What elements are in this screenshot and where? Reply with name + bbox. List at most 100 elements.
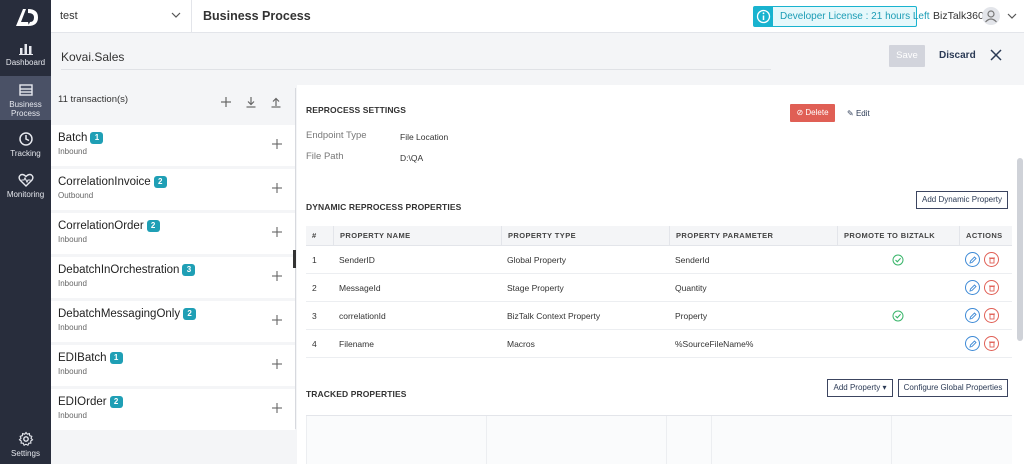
project-select[interactable]: test	[60, 10, 78, 22]
add-icon[interactable]	[271, 226, 283, 238]
column-header[interactable]: PROMOTE TO BIZTALK	[837, 226, 959, 245]
list-item[interactable]: DebatchInOrchestration 3 Inbound	[51, 257, 295, 298]
section-title: TRACKED PROPERTIES	[306, 389, 407, 399]
transaction-name: Batch	[58, 132, 88, 144]
property-type: BizTalk Context Property	[507, 310, 601, 321]
save-button[interactable]: Save	[889, 45, 925, 67]
section-title: DYNAMIC REPROCESS PROPERTIES	[306, 202, 462, 212]
column-header[interactable]: PROPERTY TYPE	[501, 226, 669, 245]
nav-item-monitoring[interactable]: Monitoring	[0, 172, 51, 202]
transaction-direction: Inbound	[58, 367, 87, 376]
column-divider	[711, 416, 712, 464]
promote-cell	[837, 246, 959, 273]
tracking-icon	[18, 131, 34, 147]
list-item[interactable]: EDIOrder 2 Inbound	[51, 389, 295, 430]
count-badge: 2	[109, 396, 123, 408]
chevron-down-icon[interactable]	[171, 10, 181, 20]
add-dynamic-property-button[interactable]: Add Dynamic Property	[916, 191, 1008, 209]
list-item[interactable]: CorrelationOrder 2 Inbound	[51, 213, 295, 254]
column-header: #	[312, 231, 317, 240]
table-row[interactable]: 3 correlationId BizTalk Context Property…	[306, 302, 1012, 330]
monitoring-icon	[17, 172, 34, 188]
gear-icon	[18, 431, 34, 447]
scrollbar-thumb[interactable]	[1017, 158, 1023, 341]
transaction-direction: Inbound	[58, 235, 87, 244]
list-item[interactable]: CorrelationInvoice 2 Outbound	[51, 169, 295, 210]
license-banner[interactable]: Developer License : 21 hours Left	[753, 6, 930, 27]
close-icon[interactable]	[989, 48, 1003, 62]
list-item[interactable]: DebatchMessagingOnly 2 Inbound	[51, 301, 295, 342]
add-icon[interactable]	[271, 314, 283, 326]
property-type: Global Property	[507, 254, 567, 265]
edit-label: Edit	[855, 109, 870, 118]
nav-label: Business Process	[9, 100, 42, 118]
file-path-label: File Path	[306, 151, 344, 162]
table-row[interactable]: 1 SenderID Global Property SenderId	[306, 246, 1012, 274]
trash-icon	[988, 341, 995, 347]
add-icon[interactable]	[271, 358, 283, 370]
splitter-handle[interactable]	[293, 250, 296, 268]
column-divider	[891, 416, 892, 464]
delete-button[interactable]: ⊘ Delete	[790, 104, 835, 122]
count-badge: 1	[90, 132, 104, 144]
delete-row-button[interactable]	[984, 336, 999, 351]
edit-row-button[interactable]	[965, 280, 980, 295]
add-icon[interactable]	[271, 138, 283, 150]
pencil-icon	[968, 339, 977, 348]
property-type: Stage Property	[507, 282, 564, 293]
nav-item-business-process[interactable]: Business Process	[0, 76, 51, 120]
table-header: # PROPERTY NAME PROPERTY TYPE PROPERTY P…	[306, 226, 1012, 246]
nav-label: Tracking	[10, 149, 41, 158]
delete-row-button[interactable]	[984, 308, 999, 323]
transaction-direction: Inbound	[58, 279, 87, 288]
actions-cell	[959, 302, 1012, 329]
row-number: 1	[312, 254, 317, 265]
left-nav: Dashboard Business Process Tracking Moni…	[0, 0, 51, 464]
nav-item-tracking[interactable]: Tracking	[0, 131, 51, 161]
transaction-name: CorrelationInvoice	[58, 176, 151, 188]
column-divider	[486, 416, 487, 464]
add-icon[interactable]	[271, 182, 283, 194]
property-name: MessageId	[339, 282, 381, 293]
delete-row-button[interactable]	[984, 280, 999, 295]
table-row[interactable]: 2 MessageId Stage Property Quantity	[306, 274, 1012, 302]
promote-cell	[837, 330, 959, 357]
list-item[interactable]: EDIBatch 1 Inbound	[51, 345, 295, 386]
nav-label: Dashboard	[5, 58, 46, 67]
delete-row-button[interactable]	[984, 252, 999, 267]
actions-cell	[959, 246, 1012, 273]
property-parameter: Property	[675, 310, 708, 321]
avatar[interactable]	[982, 7, 1000, 25]
discard-button[interactable]: Discard	[939, 50, 976, 61]
process-name: Kovai.Sales	[61, 50, 125, 64]
add-icon[interactable]	[271, 402, 283, 414]
delete-label: Delete	[805, 108, 829, 117]
add-icon[interactable]	[220, 96, 232, 108]
edit-button[interactable]: ✎ Edit	[847, 109, 870, 118]
add-property-dropdown[interactable]: Add Property ▾	[827, 379, 893, 397]
transaction-name: EDIOrder	[58, 396, 107, 408]
app-logo[interactable]	[13, 6, 39, 28]
column-header[interactable]: PROPERTY NAME	[333, 226, 501, 245]
table-row[interactable]: 4 Filename Macros %SourceFileName%	[306, 330, 1012, 358]
upload-icon[interactable]	[270, 96, 282, 108]
nav-label: Monitoring	[6, 190, 45, 199]
license-text: Developer License : 21 hours Left	[780, 11, 930, 22]
configure-global-properties-button[interactable]: Configure Global Properties	[898, 379, 1008, 397]
edit-row-button[interactable]	[965, 252, 980, 267]
pencil-icon	[968, 311, 977, 320]
edit-row-button[interactable]	[965, 308, 980, 323]
nav-item-settings[interactable]: Settings	[0, 431, 51, 461]
caret-down-icon: ▾	[882, 383, 887, 392]
list-item[interactable]: Batch 1 Inbound	[51, 125, 295, 166]
download-icon[interactable]	[245, 96, 257, 108]
column-divider	[306, 416, 307, 464]
chevron-down-icon[interactable]	[1007, 11, 1017, 21]
transaction-direction: Inbound	[58, 323, 87, 332]
column-header[interactable]: PROPERTY PARAMETER	[669, 226, 837, 245]
actions-cell	[959, 274, 1012, 301]
edit-row-button[interactable]	[965, 336, 980, 351]
add-icon[interactable]	[271, 270, 283, 282]
user-name[interactable]: BizTalk360	[933, 10, 984, 22]
nav-item-dashboard[interactable]: Dashboard	[0, 40, 51, 70]
